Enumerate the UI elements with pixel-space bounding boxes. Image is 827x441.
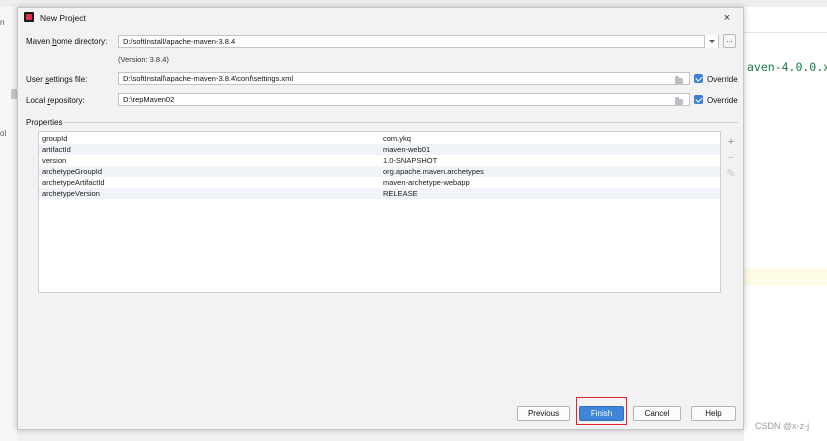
chevron-down-icon[interactable]	[704, 35, 718, 48]
cancel-button[interactable]: Cancel	[633, 406, 681, 421]
watermark: CSDN @x-z-j	[755, 421, 810, 431]
property-name: version	[42, 156, 67, 165]
ide-code-text: aven-4.0.0.x	[747, 60, 827, 74]
new-project-dialog: New Project × Maven home directory: D:/s…	[17, 7, 744, 430]
property-value[interactable]: 1.0-SNAPSHOT	[383, 155, 437, 166]
app-logo-icon	[24, 12, 34, 22]
dialog-titlebar[interactable]: New Project ×	[18, 8, 743, 28]
local-repo-label: Local repository:	[26, 96, 85, 105]
maven-home-input[interactable]: D:/softInstall/apache-maven-3.8.4	[118, 35, 719, 48]
table-row[interactable]: archetypeGroupId org.apache.maven.archet…	[39, 166, 720, 177]
minus-icon[interactable]: −	[725, 152, 737, 164]
user-settings-input[interactable]: D:\softInstall\apache-maven-3.8.4\conf\s…	[118, 72, 690, 85]
local-repo-input[interactable]: D:\repMaven02	[118, 93, 690, 106]
previous-button[interactable]: Previous	[517, 406, 570, 421]
maven-version-note: (Version: 3.8.4)	[118, 55, 169, 64]
finish-highlight-box	[576, 397, 627, 425]
close-icon[interactable]: ×	[720, 11, 734, 25]
user-settings-label: User settings file:	[26, 75, 88, 84]
ide-left-panel	[0, 7, 17, 441]
folder-icon[interactable]	[675, 97, 683, 105]
property-name: archetypeGroupId	[42, 167, 103, 176]
properties-toolbar: + − ✎	[722, 131, 740, 293]
plus-icon[interactable]: +	[725, 136, 737, 148]
property-name: artifactId	[42, 145, 71, 154]
ide-line-highlight	[744, 268, 827, 286]
property-value[interactable]: com.ykq	[383, 133, 411, 144]
ide-left-text: n	[0, 18, 5, 27]
table-row[interactable]: version 1.0-SNAPSHOT	[39, 155, 720, 166]
ide-bottom-strip	[17, 430, 744, 441]
property-value[interactable]: RELEASE	[383, 188, 418, 199]
folder-icon[interactable]	[675, 76, 683, 84]
table-row[interactable]: archetypeArtifactId maven-archetype-weba…	[39, 177, 720, 188]
properties-divider	[63, 122, 738, 123]
ide-editor-divider	[744, 32, 827, 33]
maven-home-label: Maven home directory:	[26, 37, 108, 46]
local-repo-override-checkbox[interactable]	[694, 95, 703, 104]
properties-table: groupId com.ykq artifactId maven-web01 v…	[38, 131, 721, 293]
local-repo-override-label[interactable]: Override	[707, 96, 738, 105]
table-row[interactable]: archetypeVersion RELEASE	[39, 188, 720, 199]
user-settings-override-checkbox[interactable]	[694, 74, 703, 83]
browse-button[interactable]: ...	[723, 34, 736, 48]
property-name: groupId	[42, 134, 68, 143]
property-name: archetypeArtifactId	[42, 178, 105, 187]
property-value[interactable]: org.apache.maven.archetypes	[383, 166, 484, 177]
property-name: archetypeVersion	[42, 189, 100, 198]
pencil-icon[interactable]: ✎	[725, 168, 737, 180]
table-row[interactable]: artifactId maven-web01	[39, 144, 720, 155]
ide-left-text-2: ol	[0, 129, 7, 138]
properties-title: Properties	[26, 118, 63, 127]
property-value[interactable]: maven-web01	[383, 144, 430, 155]
user-settings-override-label[interactable]: Override	[707, 75, 738, 84]
dialog-title: New Project	[40, 13, 86, 23]
property-value[interactable]: maven-archetype-webapp	[383, 177, 470, 188]
table-row[interactable]: groupId com.ykq	[39, 133, 720, 144]
help-button[interactable]: Help	[691, 406, 736, 421]
